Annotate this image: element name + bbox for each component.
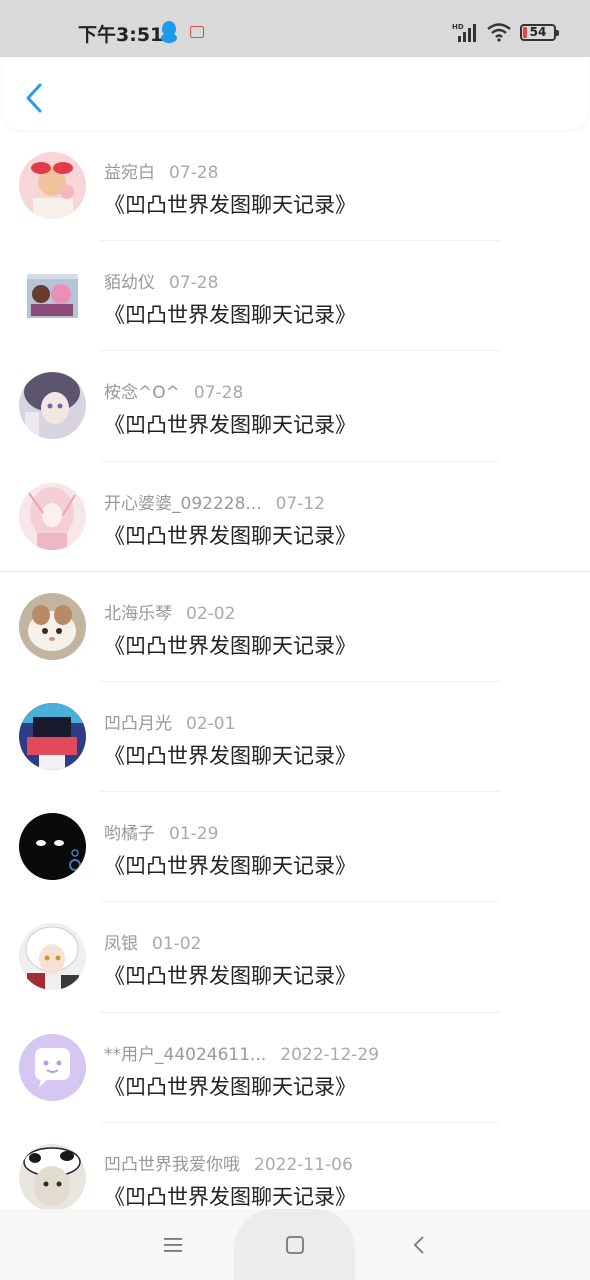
system-nav-bar (0, 1209, 590, 1280)
list-item[interactable]: **用户_44024611... 2022-12-29 《凹凸世界发图聊天记录》 (0, 1013, 590, 1123)
item-meta: 哟橘子 01-29 (104, 819, 218, 844)
list-item[interactable]: 凹凸月光 02-01 《凹凸世界发图聊天记录》 (0, 682, 590, 793)
message-list: 益宛白 07-28 《凹凸世界发图聊天记录》 貊幼仪 07-28 《凹凸世界发图聊天… (0, 131, 590, 1233)
item-author: 益宛白 (104, 163, 155, 183)
status-right-group: HD 54 (452, 22, 559, 42)
item-date: 07-28 (193, 383, 244, 404)
avatar (19, 372, 86, 440)
item-author: 凹凸世界我爱你哦 (104, 1154, 240, 1175)
home-square-icon (286, 1236, 304, 1254)
list-item[interactable]: 凤银 01-02 《凹凸世界发图聊天记录》 (0, 902, 590, 1013)
menu-button[interactable] (159, 1231, 187, 1259)
list-item[interactable]: 益宛白 07-28 《凹凸世界发图聊天记录》 (0, 131, 590, 242)
avatar (19, 592, 86, 660)
item-author: 貊幼仪 (104, 273, 155, 294)
item-meta: 凤银 01-02 (104, 929, 201, 954)
item-title: 《凹凸世界发图聊天记录》 (104, 1184, 356, 1209)
item-author: 哟橘子 (104, 824, 155, 845)
item-title: 《凹凸世界发图聊天记录》 (104, 964, 356, 989)
list-item[interactable]: 开心婆婆_092228... 07-12 《凹凸世界发图聊天记录》 (0, 462, 590, 572)
avatar (19, 482, 86, 550)
battery-icon: 54 (520, 23, 559, 41)
avatar (19, 1143, 86, 1211)
item-title: 《凹凸世界发图聊天记录》 (104, 523, 356, 548)
item-title: 《凹凸世界发图聊天记录》 (104, 1074, 356, 1099)
status-time: 下午3:51 (78, 24, 164, 46)
avatar (19, 923, 86, 991)
avatar (19, 262, 86, 330)
list-item[interactable]: 貊幼仪 07-28 《凹凸世界发图聊天记录》 (0, 241, 590, 352)
qq-icon (161, 21, 177, 43)
avatar (19, 1033, 86, 1101)
item-date: 07-28 (169, 273, 219, 294)
item-meta: 益宛白 07-28 (104, 158, 218, 183)
item-author: 桉念^O^ (104, 383, 180, 404)
item-author: 开心婆婆_092228... (104, 493, 262, 514)
back-triangle-icon (413, 1236, 424, 1254)
item-date: 02-01 (186, 713, 236, 734)
header (2, 57, 588, 130)
item-title: 《凹凸世界发图聊天记录》 (104, 193, 356, 217)
list-item[interactable]: 哟橘子 01-29 《凹凸世界发图聊天记录》 (0, 792, 590, 903)
item-title: 《凹凸世界发图聊天记录》 (104, 743, 356, 768)
hd-signal-icon: HD (452, 23, 476, 42)
item-title: 《凹凸世界发图聊天记录》 (104, 633, 356, 658)
item-meta: **用户_44024611... 2022-12-29 (104, 1040, 379, 1065)
item-date: 07-12 (275, 493, 326, 514)
item-meta: 凹凸月光 02-01 (104, 709, 235, 734)
home-button[interactable] (281, 1231, 309, 1259)
app-notification-icon (190, 26, 204, 38)
item-date: 01-29 (169, 824, 219, 845)
back-button[interactable] (20, 81, 48, 115)
item-author: 凤银 (104, 934, 138, 955)
item-meta: 凹凸世界我爱你哦 2022-11-06 (104, 1150, 353, 1175)
avatar (19, 152, 86, 219)
item-author: 北海乐琴 (104, 603, 172, 624)
item-title: 《凹凸世界发图聊天记录》 (104, 303, 356, 328)
item-date: 07-28 (169, 163, 219, 183)
item-meta: 貊幼仪 07-28 (104, 268, 218, 293)
item-date: 02-02 (186, 603, 236, 624)
list-item[interactable]: 桉念^O^ 07-28 《凹凸世界发图聊天记录》 (0, 351, 590, 462)
svg-text:HD: HD (452, 23, 464, 31)
item-meta: 开心婆婆_092228... 07-12 (104, 489, 325, 514)
list-item[interactable]: 北海乐琴 02-02 《凹凸世界发图聊天记录》 (0, 572, 590, 682)
avatar (19, 813, 86, 881)
chevron-left-icon (26, 83, 42, 113)
back-nav-button[interactable] (405, 1231, 433, 1259)
item-title: 《凹凸世界发图聊天记录》 (104, 854, 356, 879)
item-author: **用户_44024611... (104, 1044, 267, 1065)
item-meta: 北海乐琴 02-02 (104, 599, 235, 624)
wifi-icon (487, 23, 511, 42)
item-date: 2022-11-06 (254, 1154, 353, 1175)
status-bar: 下午3:51 HD 54 (0, 0, 590, 57)
item-meta: 桉念^O^ 07-28 (104, 378, 243, 403)
menu-icon (164, 1238, 182, 1252)
avatar (19, 702, 86, 770)
item-title: 《凹凸世界发图聊天记录》 (104, 413, 356, 438)
item-date: 01-02 (152, 934, 202, 955)
item-date: 2022-12-29 (280, 1044, 380, 1065)
battery-level: 54 (529, 25, 547, 39)
item-author: 凹凸月光 (104, 713, 172, 734)
